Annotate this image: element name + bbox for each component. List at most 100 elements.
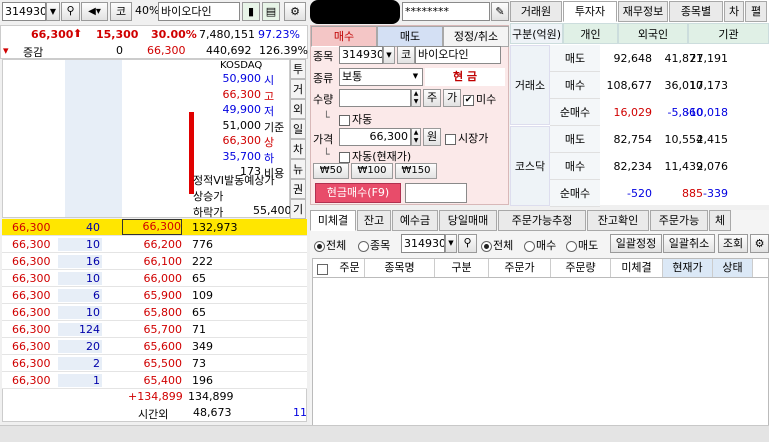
investor-tab[interactable]: 펼 bbox=[745, 1, 767, 22]
side-tab[interactable]: 일 bbox=[290, 119, 306, 139]
panel-gear-icon[interactable]: ⚙ bbox=[750, 234, 769, 253]
code-dropdown-button[interactable]: ▼ bbox=[46, 2, 60, 21]
side-all-radio[interactable]: 전체 bbox=[481, 237, 513, 253]
tab-sell[interactable]: 매도 bbox=[377, 26, 443, 47]
filter-search-icon[interactable]: ⚲ bbox=[458, 234, 477, 253]
level-price: 66,000 bbox=[143, 272, 183, 285]
bottom-tab[interactable]: 주문가능 bbox=[650, 210, 708, 231]
level-price: 65,400 bbox=[143, 374, 183, 387]
side-tab[interactable]: 권 bbox=[290, 179, 306, 199]
bottom-tab[interactable]: 예수금 bbox=[392, 210, 438, 231]
investor-row-label: 매도 bbox=[550, 45, 600, 72]
auto-checkbox[interactable]: 자동 bbox=[339, 111, 372, 127]
orderbook-row[interactable]: 66,300 20 65,600 349 bbox=[2, 338, 307, 355]
tick-150-button[interactable]: ₩150 bbox=[395, 163, 437, 179]
qty-stock-button[interactable]: 주 bbox=[423, 89, 441, 107]
select-all-checkbox[interactable] bbox=[317, 262, 330, 275]
side-tab[interactable]: 투 bbox=[290, 59, 306, 79]
gear-icon[interactable]: ⚙ bbox=[284, 2, 306, 21]
orderbook-row[interactable]: 66,300 2 65,500 73 bbox=[2, 355, 307, 372]
code-input[interactable]: 314930 bbox=[2, 2, 46, 21]
investor-value: -10,018 bbox=[685, 106, 728, 119]
side-tab[interactable]: 외 bbox=[290, 99, 306, 119]
order-code-dropdown[interactable]: ▼ bbox=[383, 46, 395, 64]
side-tab[interactable]: 거 bbox=[290, 79, 306, 99]
info-label: 비용 bbox=[264, 167, 285, 180]
order-stock-name: 바이오다인 bbox=[415, 46, 501, 64]
side-sell-radio[interactable]: 매도 bbox=[566, 237, 598, 253]
orderbook-row[interactable]: 66,300 10 66,000 65 bbox=[2, 270, 307, 287]
bid-qty: 10 bbox=[58, 238, 102, 251]
tick-50-button[interactable]: ₩50 bbox=[313, 163, 349, 179]
investor-tab[interactable]: 투자자 bbox=[563, 1, 617, 22]
investor-tab[interactable]: 차 bbox=[724, 1, 744, 22]
column-header: 주문가 bbox=[489, 259, 551, 277]
filter-all-radio[interactable]: 전체 bbox=[314, 237, 346, 253]
bottom-tab[interactable]: 당일매매 bbox=[439, 210, 497, 231]
orderbook-row[interactable]: 66,300 1 65,400 196 bbox=[2, 372, 307, 389]
bottom-tab[interactable]: 체 bbox=[709, 210, 731, 231]
qty-input[interactable] bbox=[339, 89, 411, 107]
side-tab[interactable]: 차 bbox=[290, 139, 306, 159]
filter-code-input[interactable]: 314930 bbox=[401, 234, 445, 253]
orderbook-row[interactable]: 66,300 6 65,900 109 bbox=[2, 287, 307, 304]
filter-code-dropdown[interactable]: ▼ bbox=[445, 234, 457, 253]
orderbook-footer: +134,899 134,899 시간외 48,673 11 bbox=[2, 388, 307, 422]
market-price-checkbox[interactable]: 시장가 bbox=[445, 130, 488, 146]
bottom-tab[interactable]: 미체결 bbox=[310, 210, 356, 231]
compare-price: 66,300 bbox=[147, 44, 186, 57]
qty-avail-button[interactable]: 가 bbox=[443, 89, 461, 107]
total-change: +134,899 bbox=[128, 390, 183, 403]
side-tab[interactable]: 뉴 bbox=[290, 159, 306, 179]
investor-value: 108,677 bbox=[606, 79, 653, 92]
order-code-input[interactable]: 314930 bbox=[339, 46, 383, 64]
auto-current-checkbox[interactable]: 자동(현재가) bbox=[339, 148, 411, 164]
side-tab[interactable]: 기 bbox=[290, 199, 306, 219]
investor-tab[interactable]: 종목별 bbox=[669, 1, 723, 22]
edit-icon[interactable]: ✎ bbox=[491, 2, 509, 21]
bottom-tab[interactable]: 주문가능추정 bbox=[498, 210, 586, 231]
side-buy-radio[interactable]: 매수 bbox=[524, 237, 556, 253]
after-hours-count: 11 bbox=[293, 406, 307, 419]
investor-value: -339 bbox=[703, 187, 728, 200]
orderbook-row[interactable]: 66,300 16 66,100 222 bbox=[2, 253, 307, 270]
orderbook-row[interactable]: 66,300 124 65,700 71 bbox=[2, 321, 307, 338]
stock-name-field[interactable]: 바이오다인 bbox=[158, 2, 240, 21]
orderbook-row[interactable]: 66,300 10 66,200 776 bbox=[2, 236, 307, 253]
chart-icon[interactable]: ▮ bbox=[242, 2, 260, 21]
window-icon[interactable]: ▤ bbox=[262, 2, 280, 21]
bid-qty: 20 bbox=[58, 340, 102, 353]
orderbook-row[interactable]: 66,300 40 66,300 132,973 bbox=[2, 219, 307, 236]
order-type-dropdown[interactable]: ▼ bbox=[409, 69, 422, 85]
qty-spinner[interactable]: ▲ ▼ bbox=[411, 89, 421, 107]
tab-buy[interactable]: 매수 bbox=[311, 26, 377, 47]
tab-modify-cancel[interactable]: 정정/취소 bbox=[443, 26, 509, 47]
price-label: 가격 bbox=[313, 133, 334, 146]
filter-stock-radio[interactable]: 종목 bbox=[358, 237, 390, 253]
speaker-icon[interactable]: ◀▾ bbox=[81, 2, 108, 21]
batch-cancel-button[interactable]: 일괄취소 bbox=[663, 234, 715, 253]
investor-value: 27,191 bbox=[689, 52, 729, 65]
bottom-tab[interactable]: 잔고 bbox=[357, 210, 391, 231]
investor-value: 82,234 bbox=[613, 160, 653, 173]
batch-modify-button[interactable]: 일괄정정 bbox=[610, 234, 662, 253]
bid-price: 66,300 bbox=[12, 306, 51, 319]
buy-submit-button[interactable]: 현금매수(F9) bbox=[315, 183, 401, 203]
level-price: 65,600 bbox=[143, 340, 183, 353]
investor-tab[interactable]: 거래원 bbox=[510, 1, 562, 22]
price-spinner[interactable]: ▲ ▼ bbox=[411, 128, 421, 146]
bottom-tab[interactable]: 잔고확인 bbox=[587, 210, 649, 231]
query-button[interactable]: 조회 bbox=[718, 234, 748, 253]
compare-label: 증감 bbox=[23, 46, 44, 59]
orderbook-row[interactable]: 66,300 10 65,800 65 bbox=[2, 304, 307, 321]
info-value: 173 bbox=[240, 165, 261, 178]
investor-tab[interactable]: 재무정보 bbox=[618, 1, 668, 22]
tick-100-button[interactable]: ₩100 bbox=[351, 163, 393, 179]
level-price: 66,100 bbox=[143, 255, 183, 268]
price-unit-button[interactable]: 원 bbox=[423, 128, 441, 146]
password-field[interactable]: ******** bbox=[402, 2, 490, 21]
search-icon[interactable]: ⚲ bbox=[61, 2, 80, 21]
price-input[interactable]: 66,300 bbox=[339, 128, 411, 146]
partial-checkbox[interactable]: ✔ 미수 bbox=[463, 91, 496, 107]
unfilled-table: 주문 종목명 구분 주문가 주문량 미체결 현재가 상태 bbox=[312, 258, 769, 440]
